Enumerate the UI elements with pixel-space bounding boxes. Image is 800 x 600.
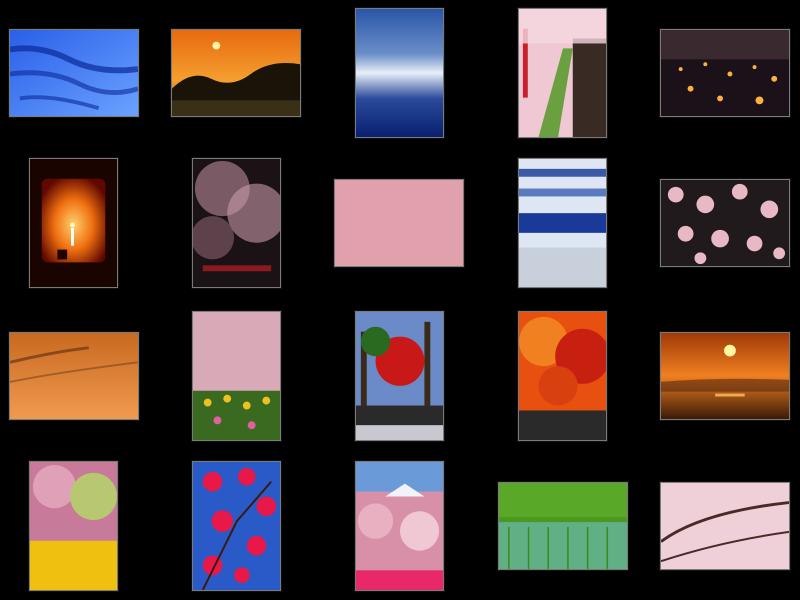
thumbnail-sunset-sea[interactable] — [660, 332, 790, 420]
photo-gallery — [0, 0, 800, 600]
thumbnail-snow-sunset[interactable] — [9, 332, 139, 420]
thumbnail-cherry-canopy[interactable] — [660, 482, 790, 570]
thumbnail-lantern-night[interactable] — [660, 29, 790, 117]
thumbnail-cherry-tulips[interactable] — [192, 311, 281, 441]
thumbnail-sunset-village[interactable] — [171, 29, 301, 117]
thumbnail-red-plum[interactable] — [192, 461, 281, 591]
thumbnail-cherry-night[interactable] — [192, 158, 281, 288]
thumbnail-cherry-path[interactable] — [518, 8, 607, 138]
thumbnail-petals-dark[interactable] — [660, 179, 790, 267]
thumbnail-rice-field[interactable] — [498, 482, 628, 570]
thumbnail-red-maple[interactable] — [518, 311, 607, 441]
thumbnail-snow-closeup[interactable] — [355, 8, 444, 138]
thumbnail-mountain-blossom[interactable] — [355, 461, 444, 591]
thumbnail-petal-carpet[interactable] — [334, 179, 464, 267]
thumbnail-snow-shadow[interactable] — [9, 29, 139, 117]
thumbnail-spring-blossom[interactable] — [29, 461, 118, 591]
thumbnail-autumn-fence[interactable] — [355, 311, 444, 441]
thumbnail-snow-waves[interactable] — [518, 158, 607, 288]
thumbnail-candle-window[interactable] — [29, 158, 118, 288]
